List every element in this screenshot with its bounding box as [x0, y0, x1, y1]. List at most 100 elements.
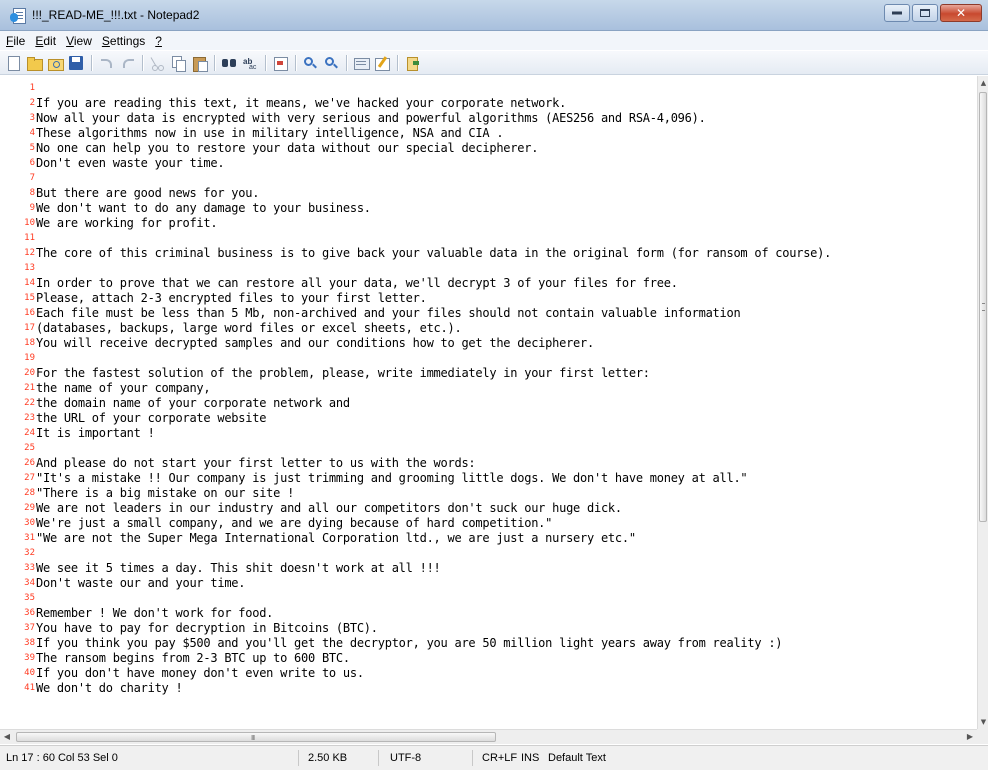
status-line-endings[interactable]: CR+LF	[482, 752, 517, 764]
line-number: 9	[29, 203, 35, 213]
open-file-icon[interactable]	[25, 54, 44, 72]
line-number: 29	[24, 503, 35, 513]
line-number: 13	[24, 263, 35, 273]
notepad2-icon[interactable]	[10, 8, 26, 24]
line-text: Don't waste our and your time.	[36, 576, 246, 590]
close-button[interactable]: ✕	[940, 4, 982, 22]
scroll-down-icon[interactable]: ▼	[978, 715, 988, 729]
scroll-left-icon[interactable]: ◀	[0, 730, 14, 744]
line-number: 35	[24, 593, 35, 603]
line-text: These algorithms now in use in military …	[36, 126, 504, 140]
status-encoding[interactable]: UTF-8	[390, 752, 421, 764]
line-text: If you think you pay $500 and you'll get…	[36, 636, 783, 650]
toolbar-separator	[265, 54, 266, 71]
replace-icon[interactable]: ab ac	[241, 54, 260, 72]
line-number: 25	[24, 443, 35, 453]
line-text: We don't do charity !	[36, 681, 183, 695]
menu-item-mnemonic: V	[66, 33, 74, 48]
zoom-out-icon[interactable]	[322, 54, 341, 72]
line-number: 31	[24, 533, 35, 543]
line-number: 17	[24, 323, 35, 333]
status-position[interactable]: Ln 17 : 60 Col 53 Sel 0	[6, 752, 118, 764]
toolbar-separator	[214, 54, 215, 71]
copy-icon[interactable]	[169, 54, 188, 72]
line-text: For the fastest solution of the problem,…	[36, 366, 650, 380]
menu-item-label: dit	[43, 33, 57, 48]
toolbar-separator	[91, 54, 92, 71]
line-number: 21	[24, 383, 35, 393]
line-number: 19	[24, 353, 35, 363]
status-size: 2.50 KB	[308, 752, 348, 764]
redo-icon[interactable]	[118, 54, 137, 72]
undo-icon[interactable]	[97, 54, 116, 72]
zoom-in-icon[interactable]	[301, 54, 320, 72]
toolbar: ab ac	[0, 51, 988, 75]
status-bar: Ln 17 : 60 Col 53 Sel 0 2.50 KB UTF-8 CR…	[0, 745, 988, 770]
maximize-icon	[920, 9, 930, 17]
line-text: If you don't have money don't even write…	[36, 666, 364, 680]
scroll-up-icon[interactable]: ▲	[978, 76, 988, 90]
line-number: 5	[29, 143, 35, 153]
line-number: 28	[24, 488, 35, 498]
line-number: 36	[24, 608, 35, 618]
menu-item-help[interactable]: ?	[155, 34, 162, 48]
browse-icon[interactable]	[46, 54, 65, 72]
paste-icon[interactable]	[190, 54, 209, 72]
menu-item-label: ettings	[109, 33, 146, 48]
word-wrap-icon[interactable]	[271, 54, 290, 72]
line-text: And please do not start your first lette…	[36, 456, 476, 470]
horizontal-scrollbar[interactable]: ◀ III ▶	[0, 729, 977, 744]
line-number: 2	[29, 98, 35, 108]
line-text: You will receive decrypted samples and o…	[36, 336, 594, 350]
cut-icon[interactable]	[148, 54, 167, 72]
menu-item-file[interactable]: File	[6, 34, 25, 48]
line-number: 3	[29, 113, 35, 123]
save-icon[interactable]	[67, 54, 86, 72]
vertical-scroll-thumb[interactable]	[979, 92, 987, 522]
toolbar-separator	[397, 54, 398, 71]
exit-icon[interactable]	[403, 54, 422, 72]
line-text: the URL of your corporate website	[36, 411, 267, 425]
maximize-button[interactable]	[912, 4, 938, 22]
minimize-button[interactable]	[884, 4, 910, 22]
line-text: Remember ! We don't work for food.	[36, 606, 274, 620]
minimize-icon	[892, 11, 902, 15]
toolbar-separator	[346, 54, 347, 71]
toolbar-separator	[142, 54, 143, 71]
menu-bar: File Edit View Settings?	[0, 31, 988, 50]
line-text: Please, attach 2-3 encrypted files to yo…	[36, 291, 427, 305]
horizontal-scroll-thumb[interactable]: III	[16, 732, 496, 742]
line-text: We see it 5 times a day. This shit doesn…	[36, 561, 441, 575]
line-number: 16	[24, 308, 35, 318]
line-number: 38	[24, 638, 35, 648]
line-number: 7	[29, 173, 35, 183]
line-text: We don't want to do any damage to your b…	[36, 201, 371, 215]
customize-schemes-icon[interactable]	[373, 54, 392, 72]
status-insert-mode[interactable]: INS	[521, 752, 539, 764]
line-text: The ransom begins from 2-3 BTC up to 600…	[36, 651, 350, 665]
line-number: 8	[29, 188, 35, 198]
window-controls: ✕	[882, 4, 982, 24]
line-number: 11	[24, 233, 35, 243]
find-icon[interactable]	[220, 54, 239, 72]
line-text: "There is a big mistake on our site !	[36, 486, 295, 500]
new-file-icon[interactable]	[4, 54, 23, 72]
menu-item-edit[interactable]: Edit	[35, 34, 56, 48]
scroll-grip-icon: III	[251, 734, 255, 742]
scroll-right-icon[interactable]: ▶	[963, 730, 977, 744]
menu-item-view[interactable]: View	[66, 34, 92, 48]
line-number: 6	[29, 158, 35, 168]
window-title: !!!_READ-ME_!!!.txt - Notepad2	[32, 8, 200, 22]
status-divider	[298, 750, 299, 766]
status-scheme[interactable]: Default Text	[548, 752, 606, 764]
line-text: We are not leaders in our industry and a…	[36, 501, 622, 515]
menu-item-settings[interactable]: Settings	[102, 34, 145, 48]
line-number: 15	[24, 293, 35, 303]
line-text: "We are not the Super Mega International…	[36, 531, 636, 545]
vertical-scrollbar[interactable]: ▲ ▼	[977, 76, 988, 729]
line-number: 30	[24, 518, 35, 528]
title-bar[interactable]: !!!_READ-ME_!!!.txt - Notepad2 ✕	[0, 0, 988, 31]
text-editor[interactable]: 1 2 If you are reading this text, it means…	[0, 76, 977, 729]
line-text: In order to prove that we can restore al…	[36, 276, 678, 290]
scheme-icon[interactable]	[352, 54, 371, 72]
